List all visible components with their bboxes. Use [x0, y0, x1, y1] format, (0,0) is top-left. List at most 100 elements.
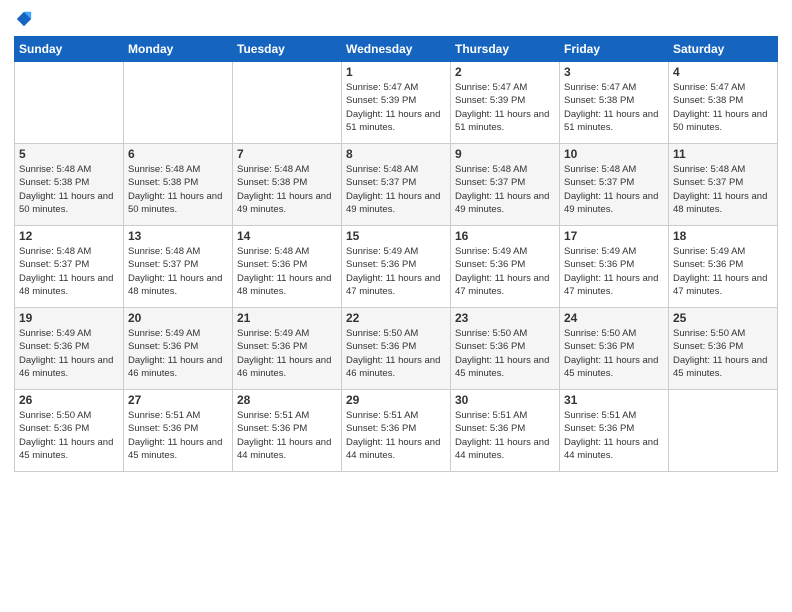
- day-cell: [124, 62, 233, 144]
- day-cell: 5 Sunrise: 5:48 AMSunset: 5:38 PMDaylight…: [15, 144, 124, 226]
- day-cell: 6 Sunrise: 5:48 AMSunset: 5:38 PMDaylight…: [124, 144, 233, 226]
- calendar-table: SundayMondayTuesdayWednesdayThursdayFrid…: [14, 36, 778, 472]
- logo: [14, 10, 33, 28]
- day-cell: 26 Sunrise: 5:50 AMSunset: 5:36 PMDayligh…: [15, 390, 124, 472]
- day-info: Sunrise: 5:51 AMSunset: 5:36 PMDaylight:…: [128, 410, 222, 461]
- week-row-3: 12 Sunrise: 5:48 AMSunset: 5:37 PMDayligh…: [15, 226, 778, 308]
- day-info: Sunrise: 5:51 AMSunset: 5:36 PMDaylight:…: [455, 410, 549, 461]
- day-info: Sunrise: 5:47 AMSunset: 5:39 PMDaylight:…: [346, 82, 440, 133]
- day-info: Sunrise: 5:49 AMSunset: 5:36 PMDaylight:…: [564, 246, 658, 297]
- day-number: 19: [19, 311, 119, 325]
- weekday-header-wednesday: Wednesday: [342, 37, 451, 62]
- day-cell: 22 Sunrise: 5:50 AMSunset: 5:36 PMDayligh…: [342, 308, 451, 390]
- day-info: Sunrise: 5:47 AMSunset: 5:38 PMDaylight:…: [564, 82, 658, 133]
- day-info: Sunrise: 5:48 AMSunset: 5:37 PMDaylight:…: [673, 164, 767, 215]
- day-info: Sunrise: 5:47 AMSunset: 5:39 PMDaylight:…: [455, 82, 549, 133]
- day-cell: 2 Sunrise: 5:47 AMSunset: 5:39 PMDaylight…: [451, 62, 560, 144]
- day-number: 8: [346, 147, 446, 161]
- day-number: 11: [673, 147, 773, 161]
- day-info: Sunrise: 5:50 AMSunset: 5:36 PMDaylight:…: [455, 328, 549, 379]
- day-cell: 8Sunrise: 5:48 AMSunset: 5:37 PMDaylight…: [342, 144, 451, 226]
- day-number: 15: [346, 229, 446, 243]
- day-cell: 21 Sunrise: 5:49 AMSunset: 5:36 PMDayligh…: [233, 308, 342, 390]
- day-info: Sunrise: 5:48 AMSunset: 5:38 PMDaylight:…: [237, 164, 331, 215]
- day-cell: [669, 390, 778, 472]
- day-number: 9: [455, 147, 555, 161]
- day-number: 27: [128, 393, 228, 407]
- day-cell: 7 Sunrise: 5:48 AMSunset: 5:38 PMDaylight…: [233, 144, 342, 226]
- day-cell: 14Sunrise: 5:48 AMSunset: 5:36 PMDayligh…: [233, 226, 342, 308]
- day-number: 23: [455, 311, 555, 325]
- day-cell: 9 Sunrise: 5:48 AMSunset: 5:37 PMDaylight…: [451, 144, 560, 226]
- day-number: 10: [564, 147, 664, 161]
- day-number: 7: [237, 147, 337, 161]
- day-number: 1: [346, 65, 446, 79]
- day-number: 28: [237, 393, 337, 407]
- day-number: 29: [346, 393, 446, 407]
- day-number: 3: [564, 65, 664, 79]
- day-info: Sunrise: 5:50 AMSunset: 5:36 PMDaylight:…: [673, 328, 767, 379]
- logo-icon: [15, 10, 33, 28]
- day-number: 31: [564, 393, 664, 407]
- day-cell: 18 Sunrise: 5:49 AMSunset: 5:36 PMDayligh…: [669, 226, 778, 308]
- day-number: 20: [128, 311, 228, 325]
- weekday-header-row: SundayMondayTuesdayWednesdayThursdayFrid…: [15, 37, 778, 62]
- day-cell: 25 Sunrise: 5:50 AMSunset: 5:36 PMDayligh…: [669, 308, 778, 390]
- day-info: Sunrise: 5:50 AMSunset: 5:36 PMDaylight:…: [19, 410, 113, 461]
- day-cell: 12Sunrise: 5:48 AMSunset: 5:37 PMDayligh…: [15, 226, 124, 308]
- day-number: 2: [455, 65, 555, 79]
- day-info: Sunrise: 5:48 AMSunset: 5:37 PMDaylight:…: [455, 164, 549, 215]
- day-number: 18: [673, 229, 773, 243]
- day-info: Sunrise: 5:49 AMSunset: 5:36 PMDaylight:…: [455, 246, 549, 297]
- day-number: 21: [237, 311, 337, 325]
- day-cell: 29 Sunrise: 5:51 AMSunset: 5:36 PMDayligh…: [342, 390, 451, 472]
- day-number: 17: [564, 229, 664, 243]
- weekday-header-monday: Monday: [124, 37, 233, 62]
- day-info: Sunrise: 5:48 AMSunset: 5:37 PMDaylight:…: [128, 246, 222, 297]
- day-info: Sunrise: 5:51 AMSunset: 5:36 PMDaylight:…: [237, 410, 331, 461]
- day-cell: 13Sunrise: 5:48 AMSunset: 5:37 PMDayligh…: [124, 226, 233, 308]
- day-cell: 4 Sunrise: 5:47 AMSunset: 5:38 PMDaylight…: [669, 62, 778, 144]
- day-info: Sunrise: 5:48 AMSunset: 5:38 PMDaylight:…: [19, 164, 113, 215]
- day-info: Sunrise: 5:49 AMSunset: 5:36 PMDaylight:…: [346, 246, 440, 297]
- day-cell: [15, 62, 124, 144]
- day-info: Sunrise: 5:49 AMSunset: 5:36 PMDaylight:…: [237, 328, 331, 379]
- day-info: Sunrise: 5:51 AMSunset: 5:36 PMDaylight:…: [564, 410, 658, 461]
- day-info: Sunrise: 5:49 AMSunset: 5:36 PMDaylight:…: [673, 246, 767, 297]
- day-number: 6: [128, 147, 228, 161]
- day-number: 12: [19, 229, 119, 243]
- weekday-header-sunday: Sunday: [15, 37, 124, 62]
- day-number: 24: [564, 311, 664, 325]
- weekday-header-thursday: Thursday: [451, 37, 560, 62]
- day-cell: 24Sunrise: 5:50 AMSunset: 5:36 PMDayligh…: [560, 308, 669, 390]
- week-row-4: 19 Sunrise: 5:49 AMSunset: 5:36 PMDayligh…: [15, 308, 778, 390]
- weekday-header-friday: Friday: [560, 37, 669, 62]
- day-cell: 17 Sunrise: 5:49 AMSunset: 5:36 PMDayligh…: [560, 226, 669, 308]
- day-cell: 30 Sunrise: 5:51 AMSunset: 5:36 PMDayligh…: [451, 390, 560, 472]
- day-number: 4: [673, 65, 773, 79]
- day-cell: 31 Sunrise: 5:51 AMSunset: 5:36 PMDayligh…: [560, 390, 669, 472]
- day-info: Sunrise: 5:51 AMSunset: 5:36 PMDaylight:…: [346, 410, 440, 461]
- day-info: Sunrise: 5:48 AMSunset: 5:36 PMDaylight:…: [237, 246, 331, 297]
- day-cell: 16 Sunrise: 5:49 AMSunset: 5:36 PMDayligh…: [451, 226, 560, 308]
- day-info: Sunrise: 5:49 AMSunset: 5:36 PMDaylight:…: [19, 328, 113, 379]
- week-row-2: 5 Sunrise: 5:48 AMSunset: 5:38 PMDaylight…: [15, 144, 778, 226]
- calendar-container: SundayMondayTuesdayWednesdayThursdayFrid…: [0, 0, 792, 612]
- day-cell: 10Sunrise: 5:48 AMSunset: 5:37 PMDayligh…: [560, 144, 669, 226]
- day-cell: 27 Sunrise: 5:51 AMSunset: 5:36 PMDayligh…: [124, 390, 233, 472]
- week-row-1: 1 Sunrise: 5:47 AMSunset: 5:39 PMDaylight…: [15, 62, 778, 144]
- day-info: Sunrise: 5:47 AMSunset: 5:38 PMDaylight:…: [673, 82, 767, 133]
- day-number: 26: [19, 393, 119, 407]
- day-cell: [233, 62, 342, 144]
- day-number: 16: [455, 229, 555, 243]
- day-number: 22: [346, 311, 446, 325]
- day-number: 25: [673, 311, 773, 325]
- day-info: Sunrise: 5:48 AMSunset: 5:38 PMDaylight:…: [128, 164, 222, 215]
- day-cell: 28 Sunrise: 5:51 AMSunset: 5:36 PMDayligh…: [233, 390, 342, 472]
- weekday-header-tuesday: Tuesday: [233, 37, 342, 62]
- day-info: Sunrise: 5:50 AMSunset: 5:36 PMDaylight:…: [346, 328, 440, 379]
- day-number: 5: [19, 147, 119, 161]
- day-number: 30: [455, 393, 555, 407]
- day-cell: 20Sunrise: 5:49 AMSunset: 5:36 PMDayligh…: [124, 308, 233, 390]
- weekday-header-saturday: Saturday: [669, 37, 778, 62]
